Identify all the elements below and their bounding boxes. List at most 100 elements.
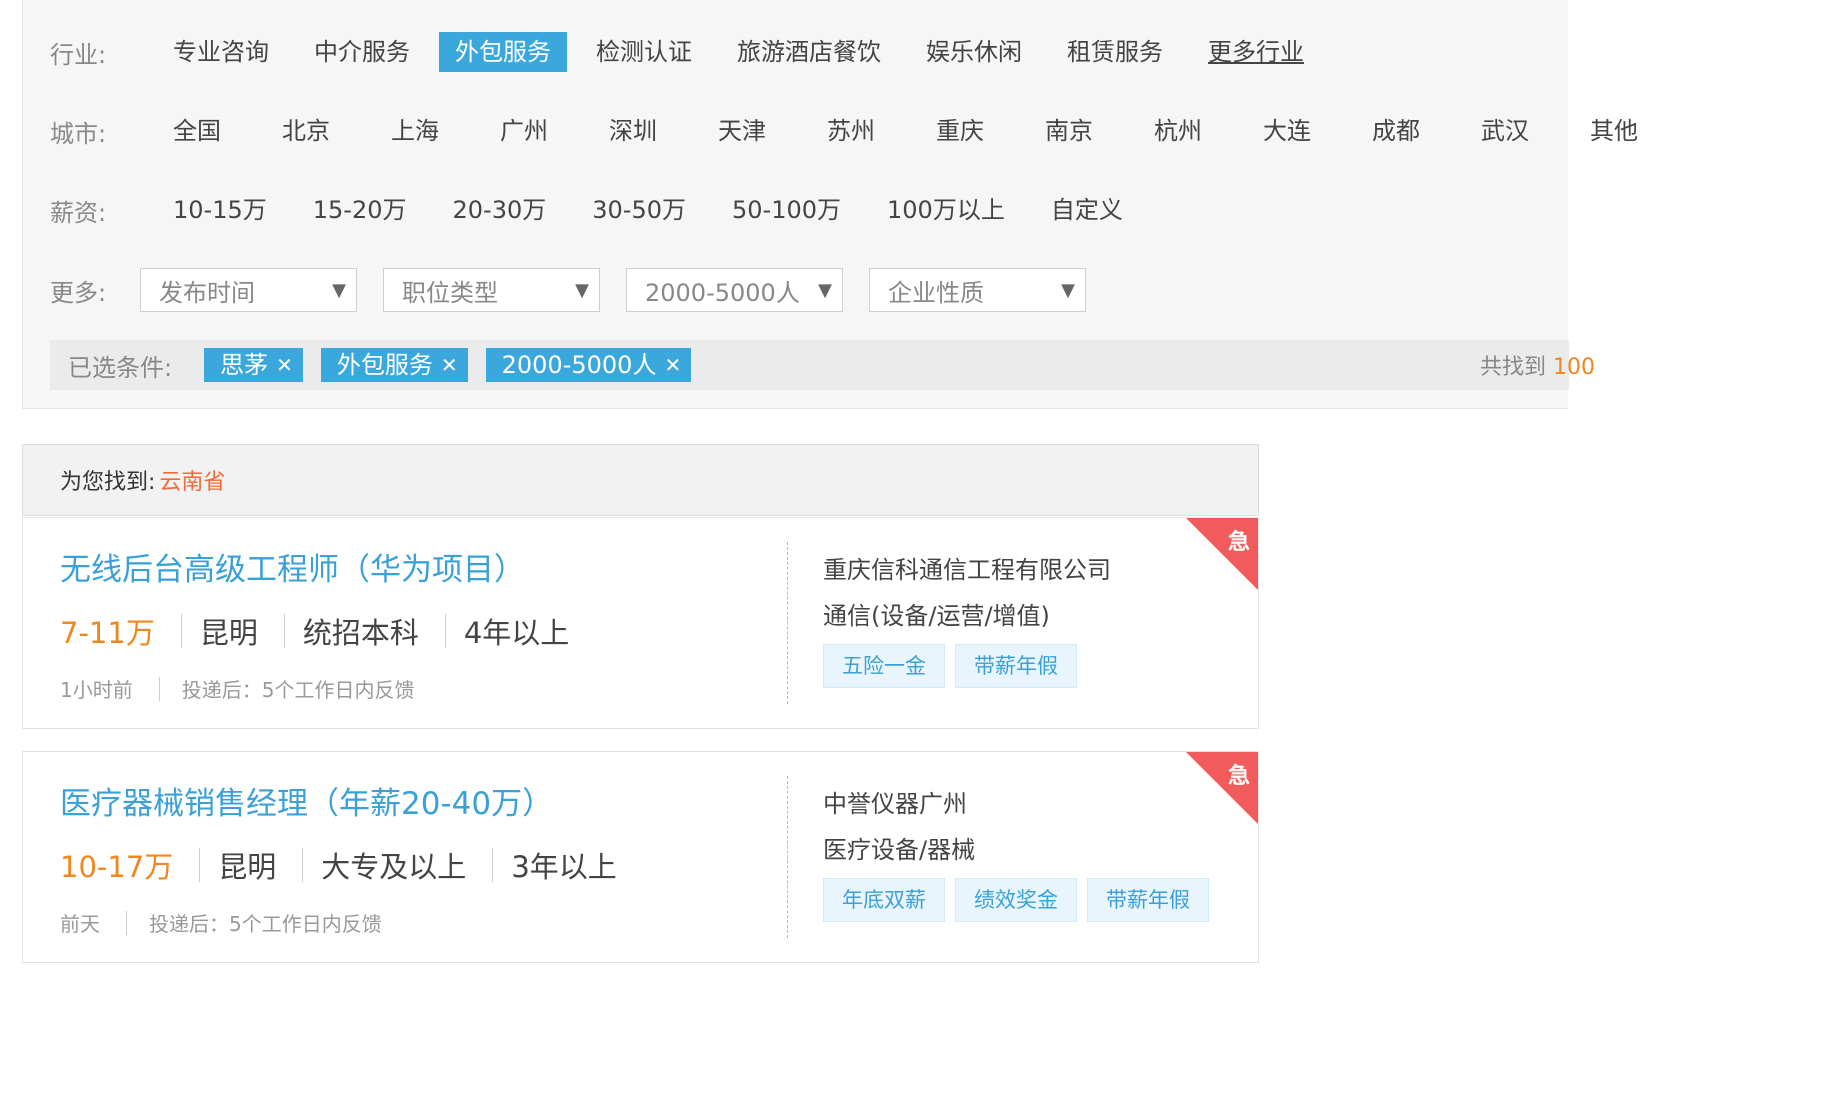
- close-icon[interactable]: ✕: [664, 348, 681, 382]
- salary-option[interactable]: 30-50万: [576, 190, 702, 230]
- dropdown-value: 企业性质: [888, 278, 984, 307]
- city-option[interactable]: 南京: [1029, 111, 1109, 151]
- found-total: 共找到 100: [1480, 349, 1595, 381]
- industry-option[interactable]: 检测认证: [580, 32, 708, 72]
- city-label: 城市:: [50, 119, 107, 148]
- company-name-link[interactable]: 中誉仪器广州: [823, 784, 967, 819]
- divider: [126, 910, 127, 935]
- urgent-label: 急: [1227, 764, 1250, 789]
- salary-label: 薪资:: [50, 198, 107, 227]
- dropdown-value: 职位类型: [402, 278, 498, 307]
- benefit-tag: 年底双薪: [823, 878, 945, 922]
- divider: [492, 848, 494, 882]
- city-option[interactable]: 成都: [1356, 111, 1436, 151]
- results-location[interactable]: 云南省: [159, 464, 225, 496]
- divider: [283, 614, 285, 648]
- job-posted-time: 1小时前: [60, 678, 133, 702]
- city-option[interactable]: 北京: [266, 111, 346, 151]
- dropdown-value: 发布时间: [159, 278, 255, 307]
- company-type-dropdown[interactable]: 企业性质 ▼: [869, 268, 1086, 312]
- job-feedback: 投递后：5个工作日内反馈: [181, 678, 415, 702]
- divider: [199, 848, 201, 882]
- city-option[interactable]: 全国: [157, 111, 237, 151]
- benefit-tag: 带薪年假: [955, 644, 1077, 688]
- job-experience: 4年以上: [463, 616, 570, 650]
- close-icon[interactable]: ✕: [276, 348, 293, 382]
- city-option[interactable]: 大连: [1247, 111, 1327, 151]
- job-city: 昆明: [199, 616, 258, 650]
- divider: [180, 614, 182, 648]
- job-meta: 10-17万 昆明 大专及以上 3年以上: [60, 844, 617, 886]
- salary-option[interactable]: 20-30万: [437, 190, 563, 230]
- divider: [158, 676, 160, 701]
- filter-panel: 行业: 专业咨询 中介服务 外包服务 检测认证 旅游酒店餐饮 娱乐休闲 租赁服务…: [22, 0, 1638, 409]
- company-industry: 医疗设备/器械: [823, 836, 976, 864]
- city-option[interactable]: 天津: [702, 111, 782, 151]
- caret-down-icon: ▼: [818, 279, 832, 301]
- city-option[interactable]: 其他: [1574, 111, 1654, 151]
- caret-down-icon: ▼: [1061, 279, 1075, 301]
- company-name-link[interactable]: 重庆信科通信工程有限公司: [823, 550, 1111, 585]
- city-option[interactable]: 重庆: [920, 111, 1000, 151]
- caret-down-icon: ▼: [575, 279, 589, 301]
- job-type-dropdown[interactable]: 职位类型 ▼: [383, 268, 600, 312]
- salary-option[interactable]: 10-15万: [157, 190, 283, 230]
- city-option[interactable]: 武汉: [1465, 111, 1545, 151]
- caret-down-icon: ▼: [332, 279, 346, 301]
- salary-filter-row: 薪资: 10-15万 15-20万 20-30万 30-50万 50-100万 …: [50, 190, 1152, 230]
- industry-option[interactable]: 租赁服务: [1051, 32, 1179, 72]
- industry-option[interactable]: 娱乐休闲: [910, 32, 1038, 72]
- city-option[interactable]: 深圳: [593, 111, 673, 151]
- urgent-badge: 急: [1186, 518, 1258, 590]
- industry-option[interactable]: 旅游酒店餐饮: [721, 32, 897, 72]
- benefit-tags: 五险一金 带薪年假: [823, 644, 1087, 688]
- company-size-dropdown[interactable]: 2000-5000人 ▼: [626, 268, 843, 312]
- tag-label: 外包服务: [336, 351, 433, 379]
- job-title-link[interactable]: 医疗器械销售经理（年薪20-40万）: [60, 778, 553, 823]
- tag-label: 2000-5000人: [501, 351, 657, 379]
- salary-option[interactable]: 50-100万: [716, 190, 857, 230]
- salary-option[interactable]: 100万以上: [871, 190, 1021, 230]
- salary-option[interactable]: 自定义: [1035, 190, 1139, 230]
- selected-tag[interactable]: 思茅 ✕: [204, 348, 303, 382]
- job-feedback: 投递后：5个工作日内反馈: [149, 912, 382, 936]
- city-option[interactable]: 杭州: [1138, 111, 1218, 151]
- city-filter-row: 城市: 全国 北京 上海 广州 深圳 天津 苏州 重庆 南京 杭州 大连 成都 …: [50, 111, 1667, 151]
- job-experience: 3年以上: [511, 850, 617, 884]
- industry-option[interactable]: 中介服务: [298, 32, 426, 72]
- salary-option[interactable]: 15-20万: [297, 190, 423, 230]
- benefit-tags: 年底双薪 绩效奖金 带薪年假: [823, 878, 1219, 922]
- job-card[interactable]: 医疗器械销售经理（年薪20-40万） 10-17万 昆明 大专及以上 3年以上 …: [22, 751, 1259, 963]
- industry-filter-row: 行业: 专业咨询 中介服务 外包服务 检测认证 旅游酒店餐饮 娱乐休闲 租赁服务…: [50, 32, 1333, 72]
- dropdown-value: 2000-5000人: [645, 278, 800, 307]
- job-salary: 7-11万: [60, 616, 155, 650]
- city-option[interactable]: 上海: [375, 111, 455, 151]
- more-label: 更多:: [50, 278, 107, 307]
- dashed-divider: [787, 776, 788, 938]
- job-title-link[interactable]: 无线后台高级工程师（华为项目）: [60, 544, 525, 589]
- industry-label: 行业:: [50, 40, 107, 69]
- job-meta: 7-11万 昆明 统招本科 4年以上: [60, 610, 569, 652]
- industry-option[interactable]: 专业咨询: [157, 32, 285, 72]
- selected-conditions-bar: 已选条件: 思茅 ✕ 外包服务 ✕ 2000-5000人 ✕ 共找到 100: [50, 340, 1595, 390]
- job-education: 统招本科: [302, 616, 419, 650]
- job-card[interactable]: 无线后台高级工程师（华为项目） 7-11万 昆明 统招本科 4年以上 1小时前 …: [22, 517, 1259, 729]
- publish-time-dropdown[interactable]: 发布时间 ▼: [140, 268, 357, 312]
- benefit-tag: 五险一金: [823, 644, 945, 688]
- selected-tag[interactable]: 外包服务 ✕: [320, 348, 468, 382]
- results-label: 为您找到:: [60, 470, 156, 495]
- industry-option-selected[interactable]: 外包服务: [439, 32, 567, 72]
- results-header: 为您找到: 云南省: [22, 444, 1259, 516]
- divider: [302, 848, 304, 882]
- found-count: 100: [1553, 355, 1596, 380]
- tag-label: 思茅: [220, 351, 269, 379]
- city-option[interactable]: 苏州: [811, 111, 891, 151]
- close-icon[interactable]: ✕: [441, 348, 458, 382]
- city-option[interactable]: 广州: [484, 111, 564, 151]
- job-sub: 前天 投递后：5个工作日内反馈: [60, 908, 382, 937]
- selected-tag[interactable]: 2000-5000人 ✕: [485, 348, 692, 382]
- more-industries-link[interactable]: 更多行业: [1192, 32, 1320, 72]
- divider: [444, 614, 446, 648]
- job-sub: 1小时前 投递后：5个工作日内反馈: [60, 674, 414, 703]
- urgent-label: 急: [1227, 530, 1250, 555]
